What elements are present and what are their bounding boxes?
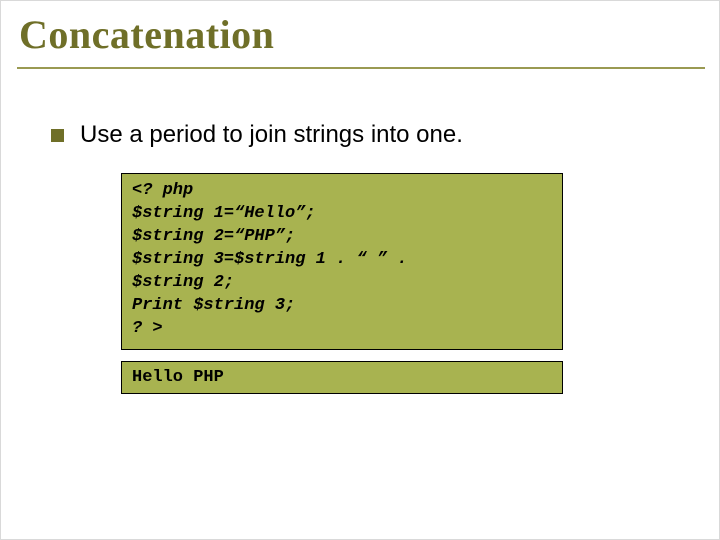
square-bullet-icon bbox=[51, 129, 64, 142]
code-line: ? > bbox=[132, 319, 163, 338]
output-block: Hello PHP bbox=[121, 361, 563, 394]
slide: Concatenation Use a period to join strin… bbox=[0, 0, 720, 540]
bullet-row: Use a period to join strings into one. bbox=[51, 121, 463, 149]
code-line: <? php bbox=[132, 181, 193, 200]
slide-title: Concatenation bbox=[19, 11, 274, 58]
code-line: $string 2=“PHP”; bbox=[132, 227, 295, 246]
code-line: $string 2; bbox=[132, 273, 234, 292]
code-line: $string 3=$string 1 . “ ” . bbox=[132, 250, 407, 269]
code-line: Print $string 3; bbox=[132, 296, 295, 315]
bullet-text: Use a period to join strings into one. bbox=[80, 121, 463, 149]
title-underline bbox=[17, 67, 705, 69]
code-block: <? php $string 1=“Hello”; $string 2=“PHP… bbox=[121, 173, 563, 350]
code-line: $string 1=“Hello”; bbox=[132, 204, 316, 223]
